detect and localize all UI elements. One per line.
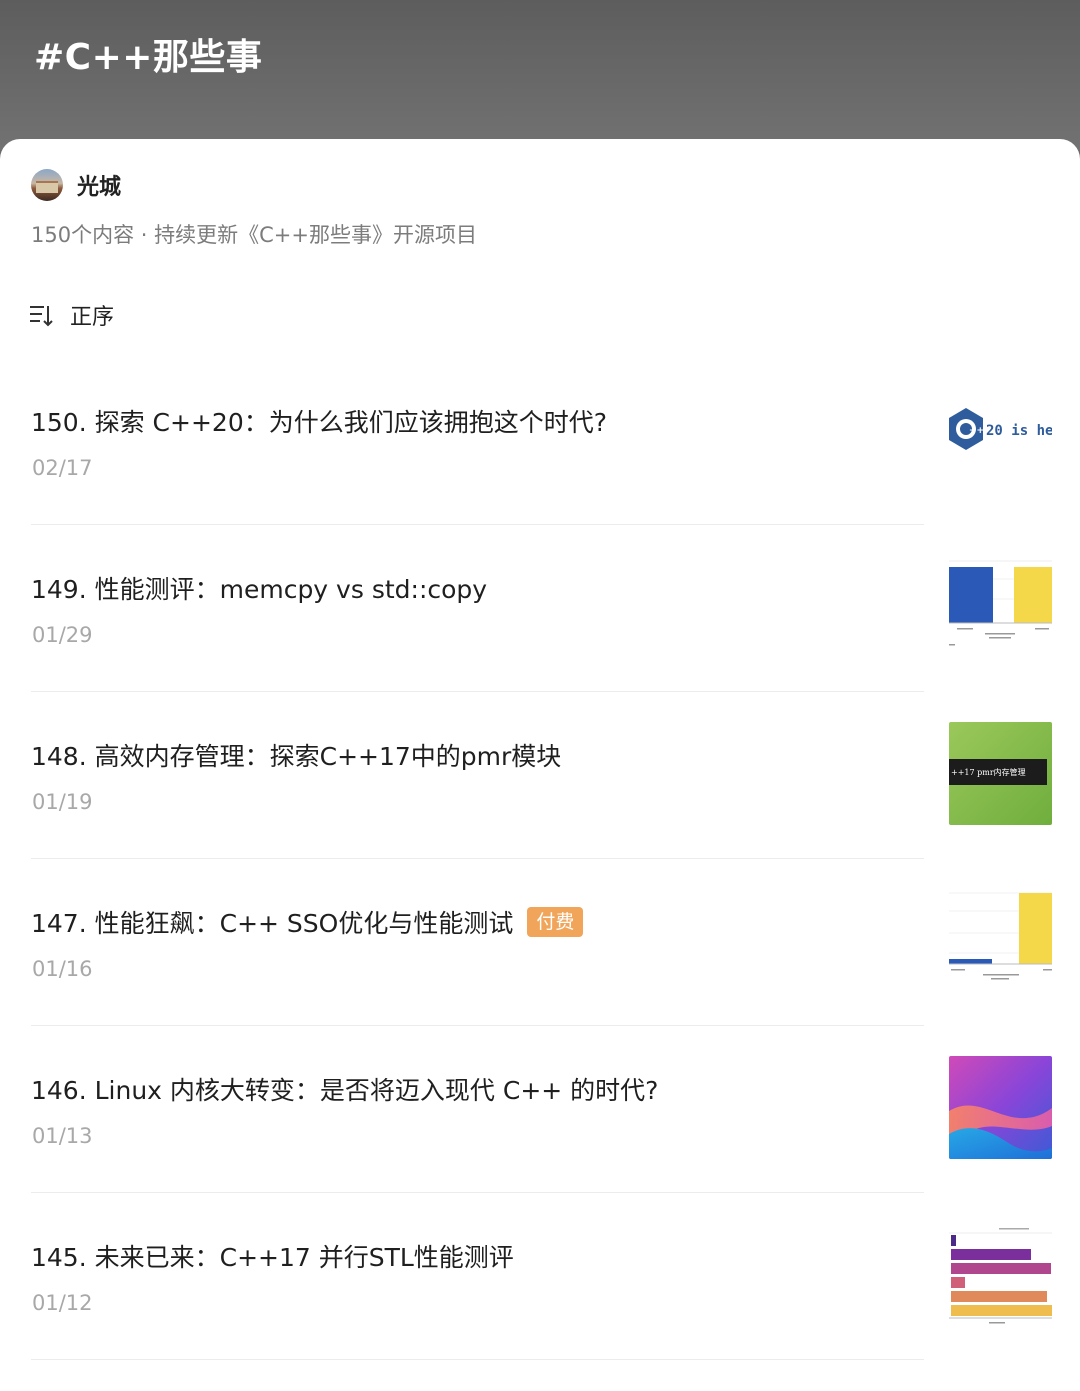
page-header: #C++那些事 — [0, 0, 1080, 150]
article-thumbnail[interactable] — [949, 555, 1052, 658]
article-item[interactable]: 149. 性能测评：memcpy vs std::copy 01/29 — [0, 525, 1080, 692]
article-item[interactable]: 145. 未来已来：C++17 并行STL性能测评 01/12 — [0, 1193, 1080, 1360]
collection-sheet: 光城 150个内容 · 持续更新《C++那些事》开源项目 正序 150. 探索 … — [0, 139, 1080, 1391]
article-date: 02/17 — [32, 456, 93, 480]
article-thumbnail[interactable]: ++17 pmr内存管理 — [949, 722, 1052, 825]
thumbnail-caption: ++17 pmr内存管理 — [951, 767, 1026, 777]
article-list: 150. 探索 C++20：为什么我们应该拥抱这个时代? 02/17 ++ 20… — [0, 358, 1080, 1360]
article-title[interactable]: 149. 性能测评：memcpy vs std::copy — [31, 570, 487, 606]
article-thumbnail[interactable]: ++ 20 is here — [949, 388, 1052, 491]
sort-label: 正序 — [70, 305, 115, 330]
avatar[interactable] — [31, 169, 63, 201]
cpp-logo-text: ++ — [969, 426, 984, 436]
page-title: #C++那些事 — [34, 37, 263, 78]
article-thumbnail[interactable] — [949, 889, 1052, 992]
paid-badge: 付费 — [527, 907, 584, 937]
author-row[interactable]: 光城 — [31, 169, 121, 201]
sort-toggle[interactable]: 正序 — [28, 299, 114, 331]
article-date: 01/19 — [32, 790, 93, 814]
article-date: 01/12 — [32, 1291, 93, 1315]
article-title[interactable]: 146. Linux 内核大转变：是否将迈入现代 C++ 的时代? — [31, 1071, 658, 1107]
article-date: 01/16 — [32, 957, 93, 981]
collection-summary: 150个内容 · 持续更新《C++那些事》开源项目 — [31, 223, 477, 247]
divider — [31, 1359, 924, 1360]
article-date: 01/29 — [32, 623, 93, 647]
sort-order-icon — [30, 306, 53, 327]
article-thumbnail[interactable] — [949, 1056, 1052, 1159]
thumbnail-caption: 20 is here — [986, 423, 1052, 439]
article-item[interactable]: 150. 探索 C++20：为什么我们应该拥抱这个时代? 02/17 ++ 20… — [0, 358, 1080, 525]
article-title[interactable]: 145. 未来已来：C++17 并行STL性能测评 — [31, 1238, 514, 1274]
article-title[interactable]: 147. 性能狂飙：C++ SSO优化与性能测试 付费 — [31, 904, 584, 940]
article-item[interactable]: 148. 高效内存管理：探索C++17中的pmr模块 01/19 ++17 pm… — [0, 692, 1080, 859]
article-date: 01/13 — [32, 1124, 93, 1148]
author-name[interactable]: 光城 — [77, 169, 121, 201]
article-item[interactable]: 146. Linux 内核大转变：是否将迈入现代 C++ 的时代? 01/13 — [0, 1026, 1080, 1193]
article-thumbnail[interactable] — [949, 1223, 1052, 1326]
article-title[interactable]: 150. 探索 C++20：为什么我们应该拥抱这个时代? — [31, 403, 607, 439]
article-title[interactable]: 148. 高效内存管理：探索C++17中的pmr模块 — [31, 737, 561, 773]
article-item[interactable]: 147. 性能狂飙：C++ SSO优化与性能测试 付费 01/16 — [0, 859, 1080, 1026]
